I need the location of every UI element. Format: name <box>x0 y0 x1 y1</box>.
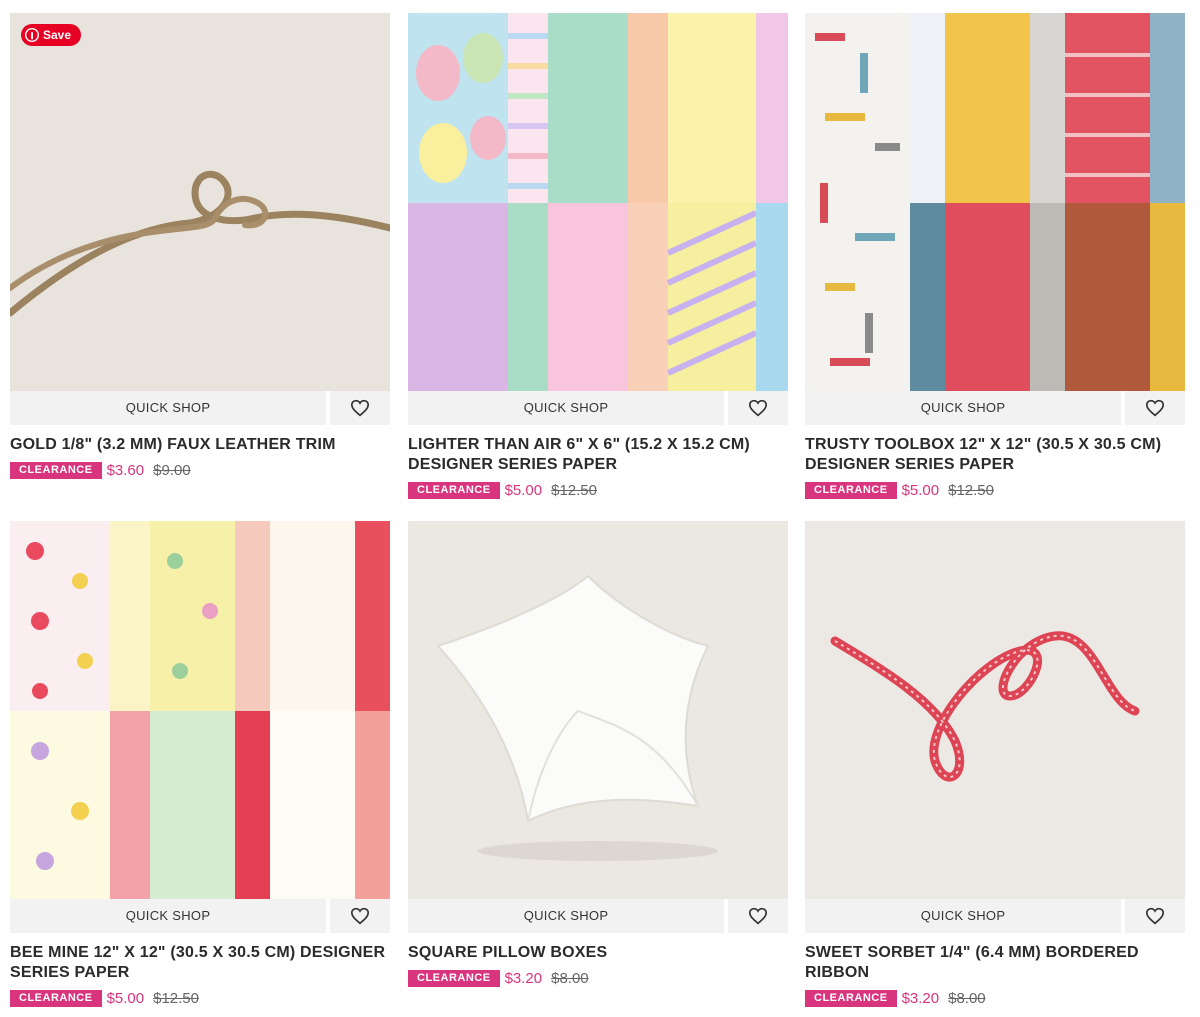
product-card: QUICK SHOP TRUSTY TOOLBOX 12" X 12" (30.… <box>805 13 1185 499</box>
product-image-trusty-toolbox[interactable] <box>805 13 1185 391</box>
pinterest-icon <box>25 28 39 42</box>
wishlist-heart-button[interactable] <box>330 391 390 425</box>
wishlist-heart-button[interactable] <box>728 899 788 933</box>
sale-price: $5.00 <box>106 989 145 1007</box>
clearance-badge: CLEARANCE <box>805 481 897 499</box>
product-title[interactable]: SQUARE PILLOW BOXES <box>408 943 788 963</box>
wishlist-heart-button[interactable] <box>1125 899 1185 933</box>
original-price: $8.00 <box>948 989 986 1007</box>
product-image-lighter-than-air[interactable] <box>408 13 788 391</box>
clearance-badge: CLEARANCE <box>408 969 500 987</box>
quick-shop-button[interactable]: QUICK SHOP <box>805 391 1121 425</box>
sale-price: $3.20 <box>504 969 543 987</box>
sale-price: $3.20 <box>901 989 940 1007</box>
product-card: QUICK SHOP SQUARE PILLOW BOXES CLEARANCE… <box>408 521 788 987</box>
quick-shop-button[interactable]: QUICK SHOP <box>10 391 326 425</box>
quick-shop-button[interactable]: QUICK SHOP <box>408 391 724 425</box>
heart-icon <box>1145 907 1165 925</box>
heart-icon <box>350 399 370 417</box>
product-title[interactable]: GOLD 1/8" (3.2 MM) FAUX LEATHER TRIM <box>10 435 390 455</box>
wishlist-heart-button[interactable] <box>330 899 390 933</box>
product-image-bee-mine[interactable] <box>10 521 390 899</box>
quick-shop-button[interactable]: QUICK SHOP <box>10 899 326 933</box>
product-card: Save QUICK SHOP GOLD 1/8" (3.2 MM) FAUX … <box>10 13 390 479</box>
product-image-faux-leather-trim[interactable]: Save <box>10 13 390 391</box>
clearance-badge: CLEARANCE <box>10 989 102 1007</box>
product-card: QUICK SHOP LIGHTER THAN AIR 6" X 6" (15.… <box>408 13 788 499</box>
quick-shop-button[interactable]: QUICK SHOP <box>805 899 1121 933</box>
original-price: $12.50 <box>551 481 597 499</box>
heart-icon <box>748 907 768 925</box>
product-title[interactable]: LIGHTER THAN AIR 6" X 6" (15.2 X 15.2 CM… <box>408 435 788 475</box>
heart-icon <box>350 907 370 925</box>
original-price: $12.50 <box>153 989 199 1007</box>
product-card: QUICK SHOP SWEET SORBET 1/4" (6.4 MM) BO… <box>805 521 1185 1007</box>
pinterest-save-button[interactable]: Save <box>21 24 82 46</box>
clearance-badge: CLEARANCE <box>805 989 897 1007</box>
product-title[interactable]: BEE MINE 12" X 12" (30.5 X 30.5 CM) DESI… <box>10 943 390 983</box>
clearance-badge: CLEARANCE <box>408 481 500 499</box>
product-image-sweet-sorbet-ribbon[interactable] <box>805 521 1185 899</box>
wishlist-heart-button[interactable] <box>728 391 788 425</box>
heart-icon <box>1145 399 1165 417</box>
product-grid: Save QUICK SHOP GOLD 1/8" (3.2 MM) FAUX … <box>0 0 1200 1017</box>
original-price: $9.00 <box>153 461 191 479</box>
product-title[interactable]: SWEET SORBET 1/4" (6.4 MM) BORDERED RIBB… <box>805 943 1185 983</box>
product-title[interactable]: TRUSTY TOOLBOX 12" X 12" (30.5 X 30.5 CM… <box>805 435 1185 475</box>
wishlist-heart-button[interactable] <box>1125 391 1185 425</box>
original-price: $12.50 <box>948 481 994 499</box>
sale-price: $3.60 <box>106 461 145 479</box>
clearance-badge: CLEARANCE <box>10 461 102 479</box>
heart-icon <box>748 399 768 417</box>
product-card: QUICK SHOP BEE MINE 12" X 12" (30.5 X 30… <box>10 521 390 1007</box>
sale-price: $5.00 <box>901 481 940 499</box>
original-price: $8.00 <box>551 969 589 987</box>
sale-price: $5.00 <box>504 481 543 499</box>
quick-shop-button[interactable]: QUICK SHOP <box>408 899 724 933</box>
product-image-square-pillow-boxes[interactable] <box>408 521 788 899</box>
pinterest-save-label: Save <box>43 28 72 42</box>
